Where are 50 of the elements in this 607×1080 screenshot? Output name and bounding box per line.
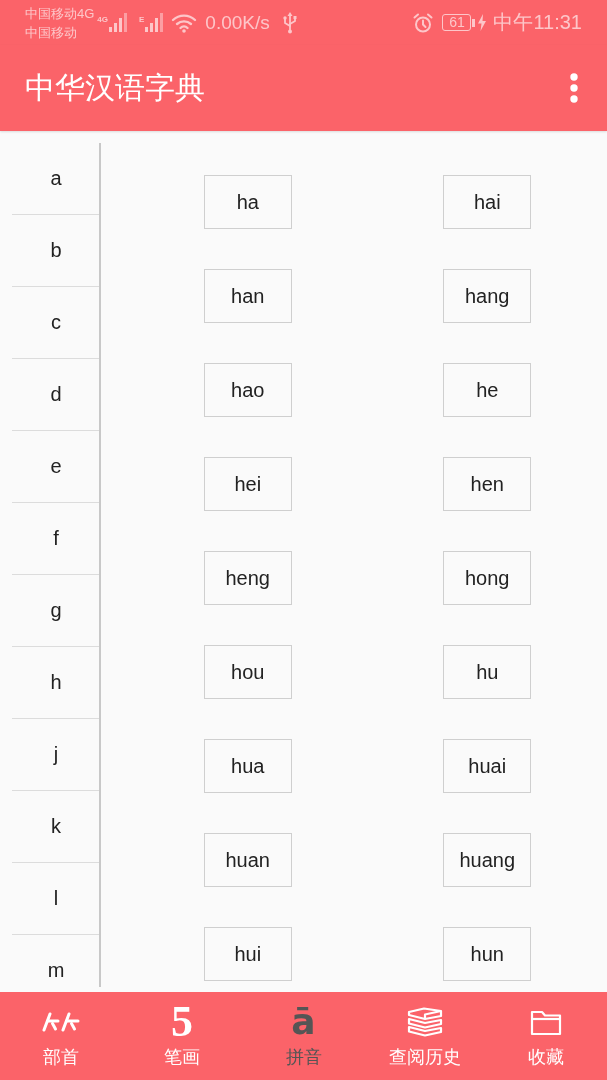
books-icon — [406, 1007, 443, 1037]
alarm-clock-icon — [413, 12, 434, 33]
folder-icon — [530, 1008, 563, 1036]
syllable-button[interactable]: hua — [203, 739, 292, 793]
network-type-label: E — [139, 15, 145, 24]
syllable-button[interactable]: huang — [443, 833, 532, 887]
letter-icon: ā — [291, 1004, 316, 1040]
clock-time: 中午11:31 — [493, 10, 582, 35]
app-title: 中华汉语字典 — [25, 70, 205, 106]
letter-item[interactable]: e — [50, 455, 62, 478]
carrier-label: 中国移动4G — [25, 5, 95, 23]
letter-item[interactable]: h — [50, 671, 62, 694]
letter-item[interactable]: a — [50, 167, 62, 190]
letter-item[interactable]: c — [51, 311, 61, 334]
network-type-label: 4G — [97, 15, 108, 24]
letter-item[interactable]: m — [47, 959, 65, 982]
syllable-button[interactable]: hen — [443, 457, 532, 511]
battery-percent: 61 — [442, 14, 472, 31]
network-speed: 0.00K/s — [205, 11, 270, 34]
syllable-button[interactable]: hai — [443, 175, 532, 229]
letter-item[interactable]: f — [53, 527, 59, 550]
numeral-icon: 5 — [171, 1005, 194, 1039]
syllable-button[interactable]: hun — [443, 927, 532, 981]
letter-item[interactable]: k — [51, 815, 61, 838]
letter-item[interactable]: b — [50, 239, 62, 262]
syllable-button[interactable]: ha — [203, 175, 292, 229]
syllable-button[interactable]: hui — [203, 927, 292, 981]
more-options-icon[interactable] — [570, 73, 578, 103]
letter-item[interactable]: g — [50, 599, 62, 622]
syllable-button[interactable]: he — [443, 363, 532, 417]
syllable-button[interactable]: huai — [443, 739, 532, 793]
letter-item[interactable]: j — [53, 743, 59, 766]
brush-strokes-icon — [41, 1011, 80, 1033]
syllable-button[interactable]: huan — [203, 833, 292, 887]
syllable-button[interactable]: hu — [443, 645, 532, 699]
syllable-button[interactable]: hang — [443, 269, 532, 323]
syllable-button[interactable]: hong — [443, 551, 532, 605]
syllable-button[interactable]: han — [203, 269, 292, 323]
usb-icon — [282, 11, 297, 34]
syllable-button[interactable]: hei — [203, 457, 292, 511]
signal-icon — [109, 13, 129, 32]
syllable-button[interactable]: hao — [203, 363, 292, 417]
letter-item[interactable]: d — [50, 383, 62, 406]
carrier-label: 中国移动 — [25, 24, 77, 42]
syllable-button[interactable]: hou — [203, 645, 292, 699]
signal-icon — [145, 13, 166, 32]
letter-item[interactable]: l — [53, 887, 59, 910]
wifi-icon — [171, 12, 198, 33]
syllable-button[interactable]: heng — [203, 551, 292, 605]
charging-bolt-icon — [478, 14, 487, 31]
